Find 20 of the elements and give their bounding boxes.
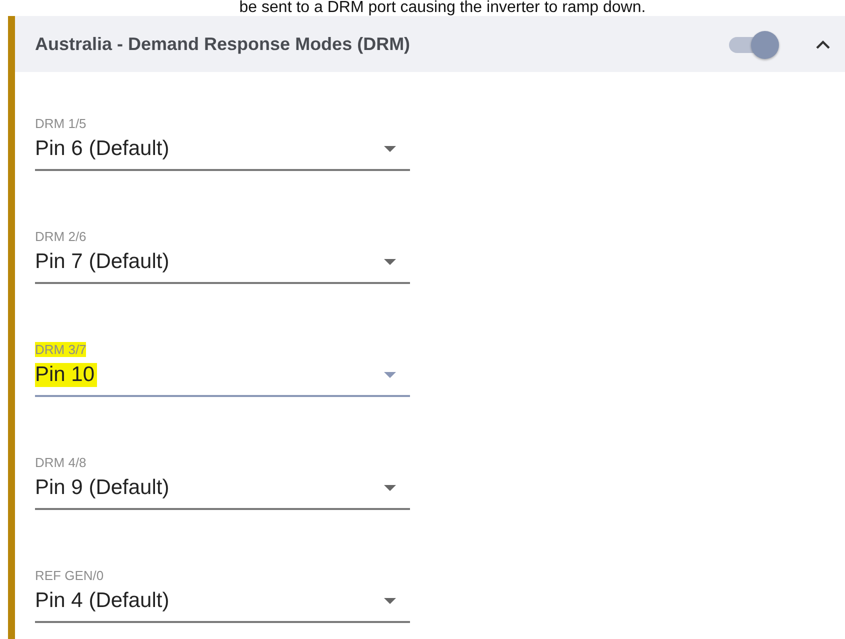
panel-title: Australia - Demand Response Modes (DRM) [35,34,412,54]
pin-dropdown[interactable]: Pin 9 (Default) [35,476,410,510]
dropdown-arrow-icon [384,259,396,265]
caption-text: be sent to a DRM port causing the inverter to ramp down. [238,0,647,16]
pin-dropdown[interactable]: Pin 10 [35,363,410,397]
field-label: DRM 2/6 [35,229,86,244]
panel-header[interactable]: Australia - Demand Response Modes (DRM) [15,16,845,72]
dropdown-arrow-icon [384,598,396,604]
pin-dropdown[interactable]: Pin 4 (Default) [35,589,410,623]
enable-toggle[interactable] [729,29,779,59]
collapse-chevron-icon[interactable] [815,39,831,49]
dropdown-arrow-icon [384,146,396,152]
dropdown-arrow-icon [384,485,396,491]
pin-dropdown[interactable]: Pin 6 (Default) [35,137,410,171]
pin-dropdown[interactable]: Pin 7 (Default) [35,250,410,284]
dropdown-arrow-icon [384,372,396,378]
field-label: REF GEN/0 [35,568,104,583]
field-label: DRM 3/7 [35,342,86,357]
field-label: DRM 4/8 [35,455,86,470]
field-label: DRM 1/5 [35,116,86,131]
